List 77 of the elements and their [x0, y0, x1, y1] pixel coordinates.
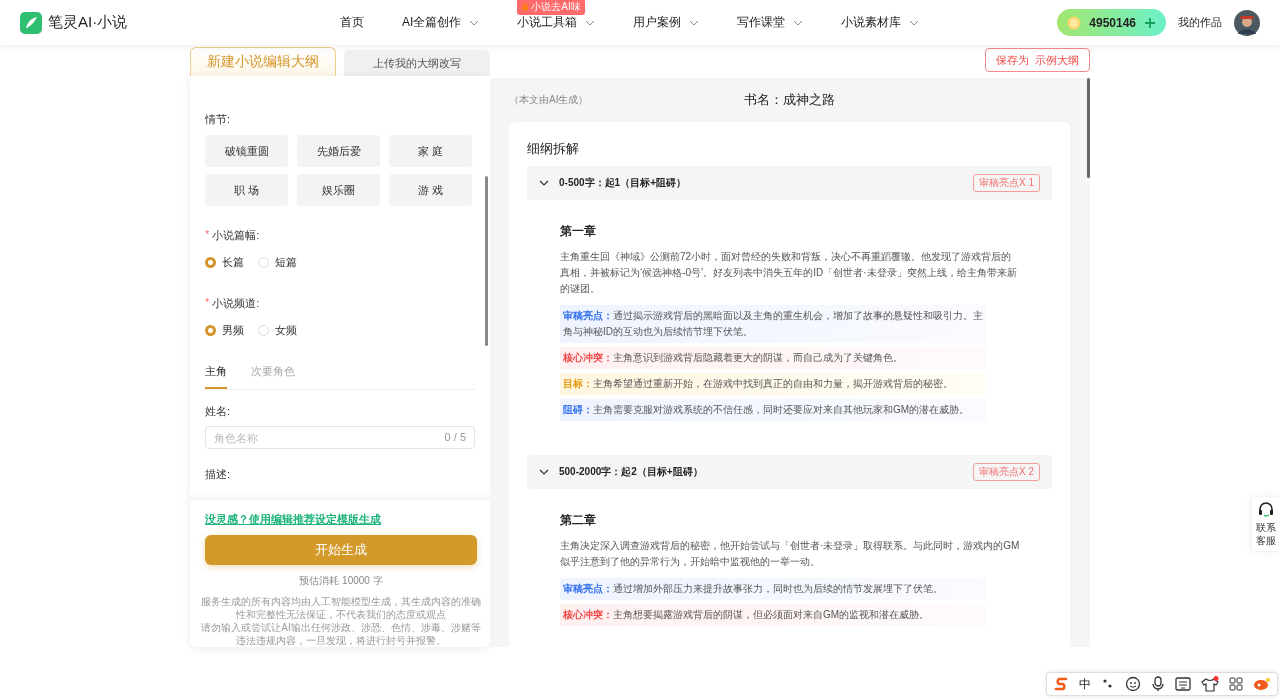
- plot-chip[interactable]: 职 场: [205, 174, 288, 206]
- chapter-title: 第二章: [560, 513, 597, 528]
- nav-item[interactable]: AI全篇创作: [402, 14, 462, 31]
- plot-chip[interactable]: 家 庭: [389, 135, 472, 167]
- note-text: 核心冲突：主角想要揭露游戏背后的阴谋，但必须面对来自GM的监视和潜在威胁。: [560, 604, 986, 626]
- field-label: 小说篇幅:: [212, 228, 260, 243]
- section-header[interactable]: 0-500字：起1（目标+阻碍） 审稿亮点X 1: [527, 166, 1052, 200]
- mode-tab[interactable]: 上传我的大纲改写: [344, 50, 490, 76]
- hot-badge: 小说去AI味: [517, 0, 585, 15]
- scrollbar[interactable]: [1087, 78, 1090, 178]
- radio-label: 长篇: [222, 255, 244, 270]
- radio-label: 男频: [222, 323, 244, 338]
- highlight-count-badge: 审稿亮点X 1: [973, 174, 1040, 192]
- book-title: 书名：成神之路: [744, 91, 835, 109]
- caret-icon[interactable]: [539, 469, 549, 475]
- disclaimer-text: 服务生成的所有内容均由人工智能模型生成，其生成内容的准确性和完整性无法保证，不代表我们的态度或观点: [200, 595, 482, 621]
- nav-item[interactable]: 小说素材库: [841, 14, 902, 31]
- avatar[interactable]: [1234, 9, 1260, 36]
- radio-option[interactable]: 女频: [258, 323, 297, 338]
- plot-chip[interactable]: 游 戏: [389, 174, 472, 206]
- logo-text[interactable]: 笔灵AI·小说: [48, 13, 128, 32]
- mascot-icon[interactable]: [1253, 677, 1271, 691]
- required-mark: *: [205, 228, 210, 242]
- chapter-summary: 主角重生回《神域》公测前72小时，面对曾经的失败和背叛，决心不再重蹈覆辙。他发现了游戏背后的真相，并被标记为‘候选神格-0号’。好友列表中消失五年的ID「创世者·未登录」突然上线，给主角带来新的谜团。: [560, 250, 1018, 296]
- shirt-icon[interactable]: [1201, 676, 1219, 692]
- radio-button[interactable]: [205, 257, 216, 268]
- coin-balance-button[interactable]: 4950146: [1057, 9, 1166, 36]
- grid-icon[interactable]: [1229, 677, 1243, 691]
- section-title: 0-500字：起1（目标+阻碍）: [559, 176, 686, 190]
- my-works-link[interactable]: 我的作品: [1178, 15, 1222, 30]
- nav-item[interactable]: 用户案例: [633, 14, 682, 31]
- plot-chip[interactable]: 先婚后爱: [297, 135, 380, 167]
- input-mode[interactable]: 中: [1079, 675, 1091, 693]
- plot-chip[interactable]: 破镜重圆: [205, 135, 288, 167]
- radio-option[interactable]: 短篇: [258, 255, 297, 270]
- emoji-icon[interactable]: [1125, 676, 1141, 692]
- note-text: 核心冲突：主角意识到游戏背后隐藏着更大的阴谋，而自己成为了关键角色。: [560, 347, 986, 369]
- chapter-summary: 主角决定深入调查游戏背后的秘密，他开始尝试与「创世者·未登录」取得联系。与此同时，游戏内的GM似乎注意到了他的异常行为，开始暗中监视他的一举一动。: [560, 539, 1020, 569]
- nav-item[interactable]: 首页: [340, 14, 364, 31]
- scrollbar[interactable]: [485, 176, 488, 346]
- radio-button[interactable]: [205, 325, 216, 336]
- s-logo-icon[interactable]: [1053, 676, 1069, 692]
- plus-icon: [1144, 16, 1156, 29]
- caret-icon[interactable]: [539, 180, 549, 186]
- nav-item[interactable]: 写作课堂: [737, 14, 786, 31]
- support-label: 联系客服: [1256, 521, 1276, 547]
- nav-item[interactable]: 小说工具箱: [517, 14, 578, 31]
- logo-icon: [20, 11, 42, 34]
- radio-label: 女频: [275, 323, 297, 338]
- field-label: 小说频道:: [212, 296, 260, 311]
- save-as-example-button[interactable]: 保存为 示例大纲: [984, 48, 1090, 72]
- radio-label: 短篇: [275, 255, 297, 270]
- outline-heading: 细纲拆解: [527, 140, 580, 158]
- headset-icon: [1257, 501, 1275, 519]
- char-counter: 0 / 5: [444, 431, 466, 443]
- note-text: 阻碍：主角需要克服对游戏系统的不信任感，同时还要应对来自其他玩家和GM的潜在威胁。: [560, 399, 986, 421]
- ai-note: （本文由AI生成）: [509, 93, 589, 107]
- keyboard-icon[interactable]: [1175, 677, 1191, 691]
- microphone-icon[interactable]: [1151, 676, 1165, 692]
- note-text: 目标：主角希望通过重新开始，在游戏中找到真正的自由和力量，揭开游戏背后的秘密。: [560, 373, 986, 395]
- cost-estimate: 预估消耗 10000 字: [299, 574, 383, 588]
- note-text: 审稿亮点：通过增加外部压力来提升故事张力，同时也为后续的情节发展埋下了伏笔。: [560, 578, 986, 600]
- required-mark: *: [205, 296, 210, 310]
- note-text: 审稿亮点：通过揭示游戏背后的黑暗面以及主角的重生机会，增加了故事的悬疑性和吸引力。主角与神秘ID的互动也为后续情节埋下伏笔。: [560, 305, 986, 343]
- role-tab[interactable]: 主角: [205, 364, 227, 389]
- section-header[interactable]: 500-2000字：起2（目标+阻碍） 审稿亮点X 2: [527, 455, 1052, 489]
- coin-icon: [1067, 15, 1082, 30]
- field-label: 描述:: [205, 467, 232, 482]
- highlight-count-badge: 审稿亮点X 2: [973, 463, 1040, 481]
- radio-option[interactable]: 男频: [205, 323, 244, 338]
- chapter-title: 第一章: [560, 224, 597, 239]
- section-title: 500-2000字：起2（目标+阻碍）: [559, 465, 703, 479]
- field-label: 姓名:: [205, 404, 232, 419]
- plot-chip[interactable]: 娱乐圈: [297, 174, 380, 206]
- support-widget[interactable]: 联系客服: [1252, 497, 1280, 551]
- field-label: 情节:: [205, 112, 232, 127]
- radio-option[interactable]: 长篇: [205, 255, 244, 270]
